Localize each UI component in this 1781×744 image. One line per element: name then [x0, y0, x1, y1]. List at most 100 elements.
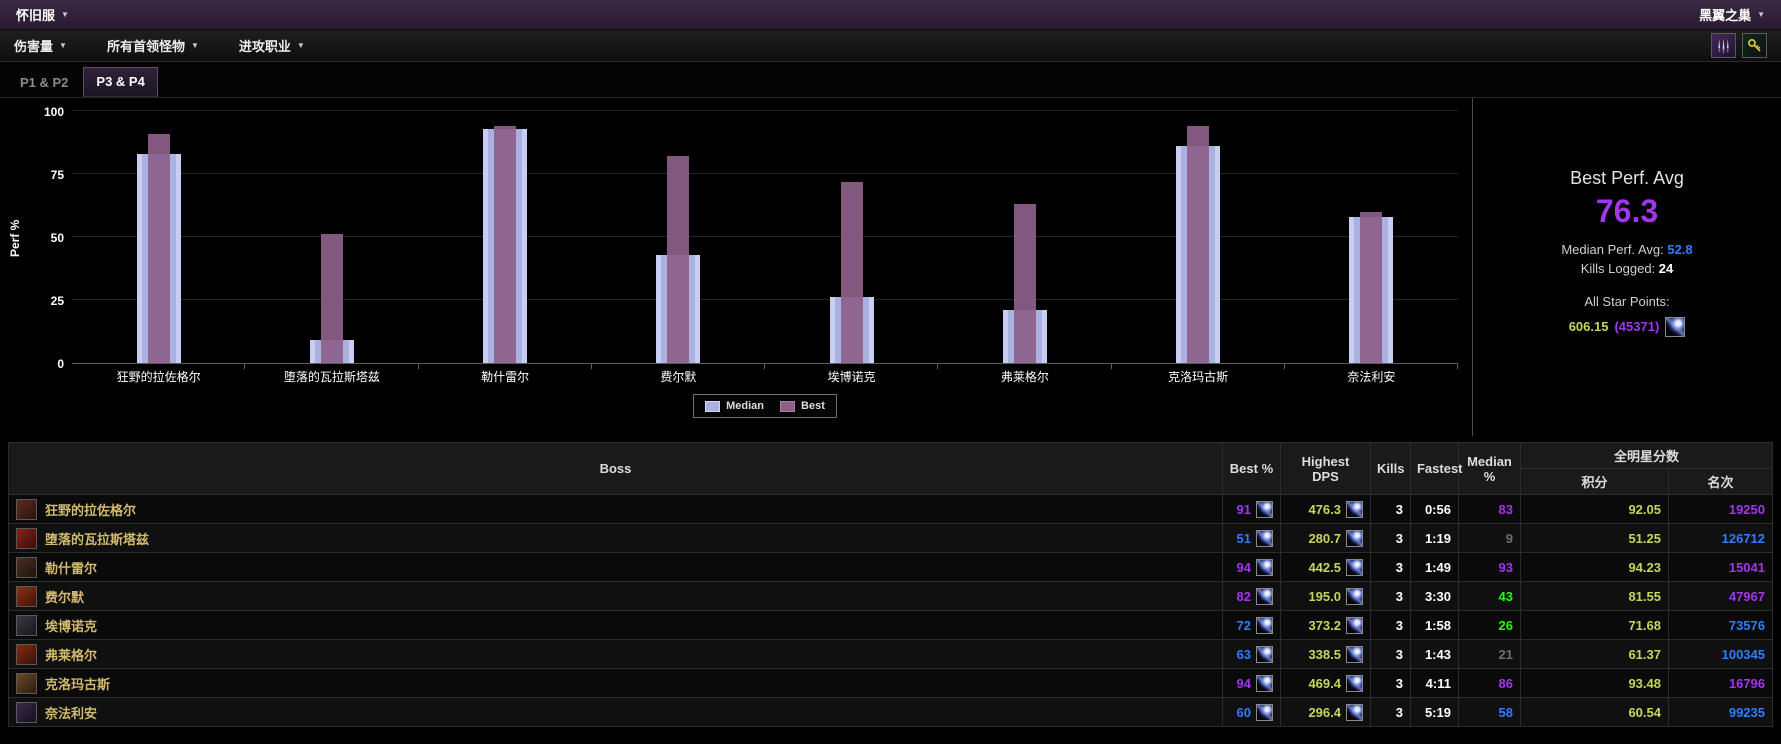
- boss-link[interactable]: 勒什雷尔: [45, 558, 97, 577]
- fastest-value: 1:58: [1425, 618, 1451, 633]
- all-star-comet-icon[interactable]: [1665, 317, 1685, 337]
- comet-icon[interactable]: [1256, 646, 1273, 663]
- comet-icon[interactable]: [1346, 530, 1363, 547]
- legend-row: Median Best: [72, 394, 1458, 418]
- comet-icon[interactable]: [1256, 501, 1273, 518]
- col-header-median[interactable]: Median %: [1458, 443, 1520, 495]
- allstar-rank-value[interactable]: 16796: [1729, 676, 1765, 691]
- all-star-rank-value[interactable]: (45371): [1614, 319, 1659, 334]
- boss-filter-menu[interactable]: 所有首领怪物 ▼: [107, 36, 199, 55]
- comet-icon[interactable]: [1256, 617, 1273, 634]
- kills-value: 3: [1396, 618, 1403, 633]
- best-bar[interactable]: [1014, 204, 1036, 363]
- allstar-rank-value[interactable]: 73576: [1729, 618, 1765, 633]
- best-percent-value[interactable]: 60: [1237, 705, 1251, 720]
- best-percent-value[interactable]: 63: [1237, 647, 1251, 662]
- col-header-fastest[interactable]: Fastest: [1410, 443, 1458, 495]
- best-percent-value[interactable]: 72: [1237, 618, 1251, 633]
- best-bar[interactable]: [494, 126, 516, 363]
- best-percent-value[interactable]: 51: [1237, 531, 1251, 546]
- median-percent-value: 93: [1499, 560, 1513, 575]
- highest-dps-value[interactable]: 442.5: [1308, 560, 1341, 575]
- best-bar[interactable]: [148, 134, 170, 363]
- median-percent-value: 58: [1499, 705, 1513, 720]
- highest-dps-value[interactable]: 338.5: [1308, 647, 1341, 662]
- highest-dps-value[interactable]: 280.7: [1308, 531, 1341, 546]
- col-header-boss[interactable]: Boss: [9, 443, 1223, 495]
- boss-link[interactable]: 奈法利安: [45, 703, 97, 722]
- best-bar[interactable]: [321, 234, 343, 363]
- kills-value: 3: [1396, 560, 1403, 575]
- comet-icon[interactable]: [1256, 675, 1273, 692]
- boss-link[interactable]: 埃博诺克: [45, 616, 97, 635]
- highest-dps-value[interactable]: 296.4: [1308, 705, 1341, 720]
- chevron-down-icon: ▼: [1757, 10, 1765, 19]
- fastest-value: 4:11: [1426, 676, 1451, 691]
- best-percent-value[interactable]: 94: [1237, 676, 1251, 691]
- allstar-rank-value[interactable]: 47967: [1729, 589, 1765, 604]
- boss-link[interactable]: 狂野的拉佐格尔: [45, 500, 136, 519]
- comet-icon[interactable]: [1256, 530, 1273, 547]
- chevron-down-icon: ▼: [297, 41, 305, 50]
- comet-icon[interactable]: [1346, 559, 1363, 576]
- raid-zone-menu[interactable]: 黑翼之巢 ▼: [1699, 5, 1765, 24]
- highest-dps-value[interactable]: 373.2: [1308, 618, 1341, 633]
- col-header-kills[interactable]: Kills: [1370, 443, 1410, 495]
- comet-icon[interactable]: [1256, 588, 1273, 605]
- best-bar[interactable]: [1360, 212, 1382, 363]
- col-header-points[interactable]: 积分: [1520, 469, 1668, 495]
- allstar-rank-value[interactable]: 15041: [1729, 560, 1765, 575]
- role-filter-menu[interactable]: 进攻职业 ▼: [239, 36, 305, 55]
- y-tick-label: 75: [26, 168, 64, 182]
- best-bar[interactable]: [841, 182, 863, 363]
- allstar-points-value: 51.25: [1628, 531, 1661, 546]
- fastest-value: 5:19: [1425, 705, 1451, 720]
- highest-dps-value[interactable]: 195.0: [1308, 589, 1341, 604]
- bar-group: [1112, 112, 1285, 363]
- comet-icon[interactable]: [1346, 617, 1363, 634]
- legend-item[interactable]: Best: [780, 400, 825, 412]
- allstar-rank-value[interactable]: 126712: [1722, 531, 1765, 546]
- highest-dps-value[interactable]: 476.3: [1308, 502, 1341, 517]
- boss-icon: [16, 615, 37, 636]
- tab-p1-p2[interactable]: P1 & P2: [8, 69, 80, 97]
- boss-link[interactable]: 克洛玛古斯: [45, 674, 110, 693]
- comet-icon[interactable]: [1346, 501, 1363, 518]
- tab-p3-p4[interactable]: P3 & P4: [83, 67, 157, 97]
- x-axis-label: 费尔默: [592, 368, 765, 385]
- allstar-rank-value[interactable]: 99235: [1729, 705, 1765, 720]
- best-percent-value[interactable]: 82: [1237, 589, 1251, 604]
- swords-icon[interactable]: [1711, 33, 1736, 58]
- allstar-rank-value[interactable]: 100345: [1722, 647, 1765, 662]
- median-perf-label: Median Perf. Avg:: [1561, 242, 1663, 257]
- kills-value: 3: [1396, 676, 1403, 691]
- metric-menu[interactable]: 伤害量 ▼: [14, 36, 67, 55]
- region-menu[interactable]: 怀旧服 ▼: [16, 5, 69, 24]
- best-bar[interactable]: [1187, 126, 1209, 363]
- col-header-best[interactable]: Best %: [1222, 443, 1280, 495]
- metric-menu-label: 伤害量: [14, 36, 53, 55]
- boss-link[interactable]: 费尔默: [45, 587, 84, 606]
- best-bar[interactable]: [667, 156, 689, 363]
- median-percent-value: 26: [1499, 618, 1513, 633]
- highest-dps-value[interactable]: 469.4: [1308, 676, 1341, 691]
- best-perf-avg-value: 76.3: [1596, 193, 1658, 230]
- comet-icon[interactable]: [1346, 704, 1363, 721]
- boss-table: Boss Best % Highest DPS Kills Fastest Me…: [8, 442, 1773, 727]
- comet-icon[interactable]: [1346, 675, 1363, 692]
- boss-link[interactable]: 堕落的瓦拉斯塔兹: [45, 529, 149, 548]
- best-percent-value[interactable]: 91: [1237, 502, 1251, 517]
- comet-icon[interactable]: [1346, 646, 1363, 663]
- allstar-rank-value[interactable]: 19250: [1729, 502, 1765, 517]
- comet-icon[interactable]: [1256, 559, 1273, 576]
- key-icon[interactable]: [1742, 33, 1767, 58]
- col-header-dps[interactable]: Highest DPS: [1280, 443, 1370, 495]
- col-header-rank[interactable]: 名次: [1668, 469, 1772, 495]
- legend-item[interactable]: Median: [705, 400, 764, 412]
- comet-icon[interactable]: [1256, 704, 1273, 721]
- plot-area: [72, 112, 1458, 364]
- boss-link[interactable]: 弗莱格尔: [45, 645, 97, 664]
- best-percent-value[interactable]: 94: [1237, 560, 1251, 575]
- comet-icon[interactable]: [1346, 588, 1363, 605]
- kills-logged-label: Kills Logged:: [1581, 261, 1655, 276]
